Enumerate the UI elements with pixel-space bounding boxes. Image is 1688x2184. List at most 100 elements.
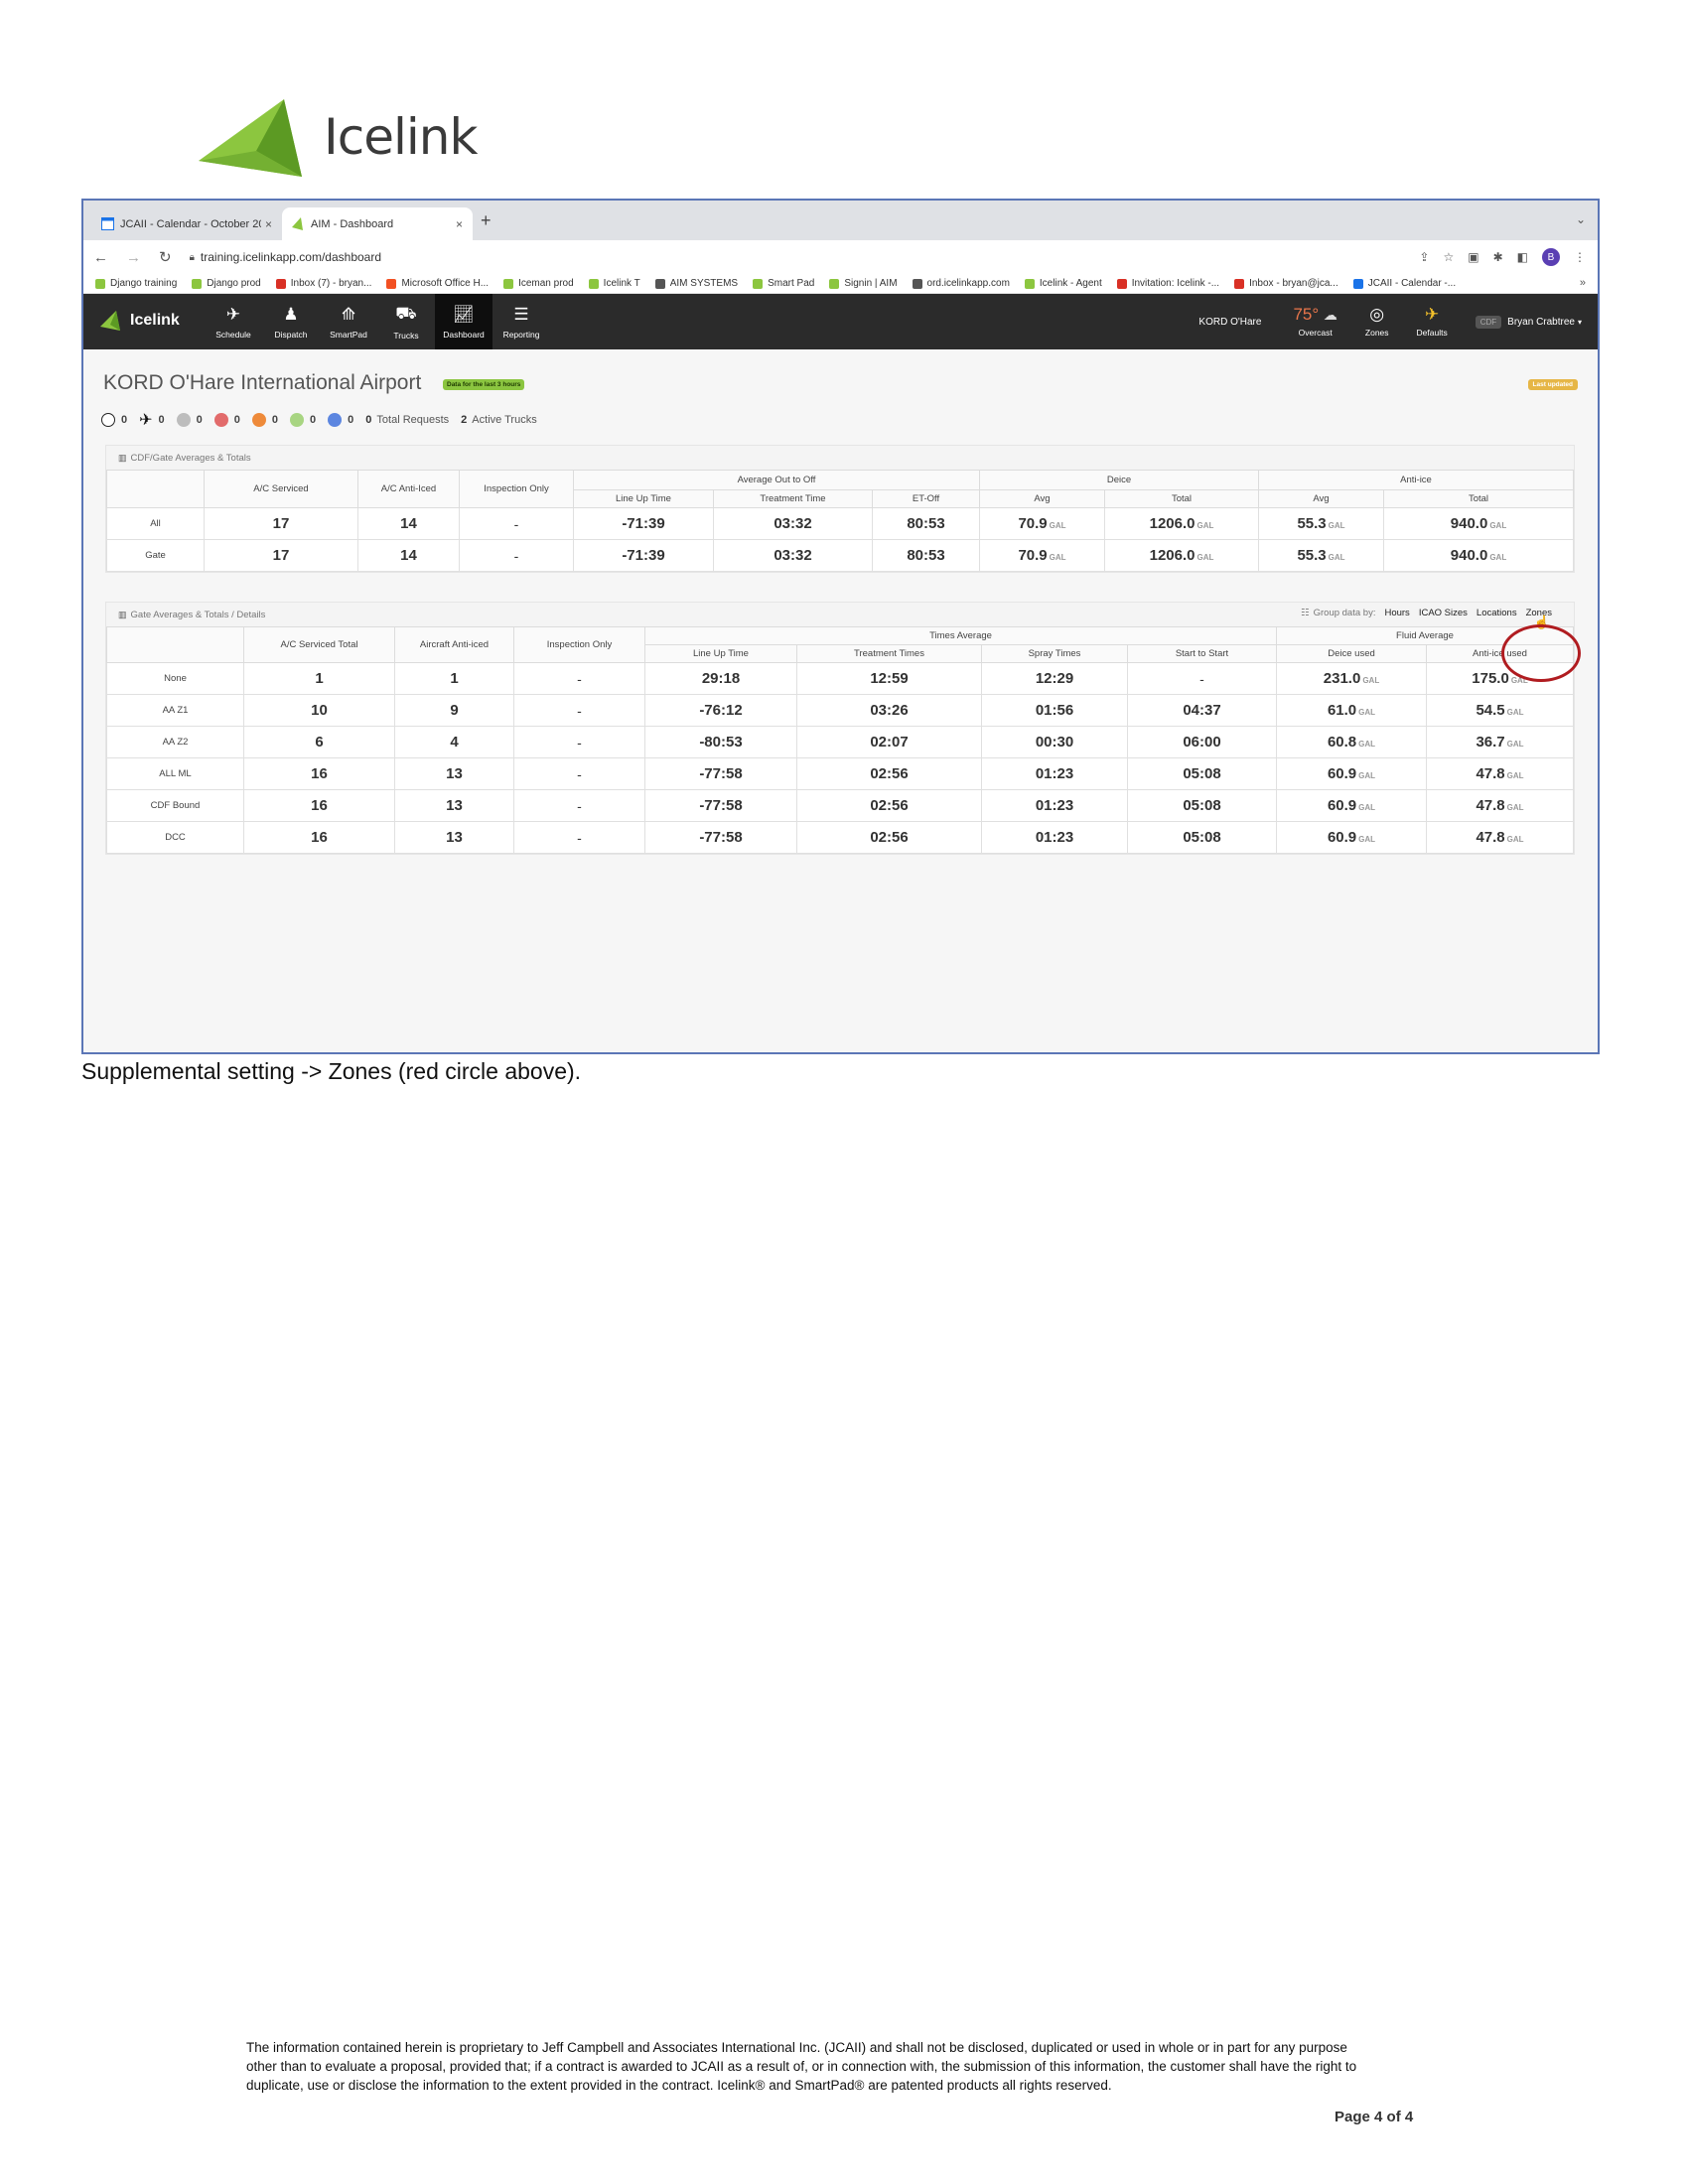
chevron-down-icon[interactable]: ⌄ (1576, 212, 1586, 226)
nav-dashboard[interactable]: 📈︎ Dashboard (435, 294, 492, 349)
bookmark-item[interactable]: Inbox (7) - bryan... (275, 278, 371, 289)
nav-schedule[interactable]: ✈ Schedule (205, 294, 262, 349)
bookmark-favicon-icon (1024, 278, 1035, 289)
bookmark-item[interactable]: Django prod (192, 278, 261, 289)
table-cell: - (513, 726, 645, 758)
cell-value: 940.0 (1450, 515, 1488, 532)
table-cell: 14 (357, 539, 460, 572)
cell-value: 10 (311, 702, 328, 719)
table-cell: 80:53 (872, 507, 980, 540)
cell-value: 14 (400, 515, 417, 532)
user-badge: CDF (1475, 315, 1502, 329)
bookmark-item[interactable]: Microsoft Office H... (386, 278, 489, 289)
cell-value: 1 (315, 670, 324, 687)
bookmark-favicon-icon (912, 278, 922, 289)
cell-value: 60.9 (1327, 829, 1357, 846)
weather-widget[interactable]: 75° ☁ Overcast (1293, 305, 1336, 339)
extension-icon[interactable]: ▣ (1468, 250, 1478, 264)
bookmark-item[interactable]: Icelink - Agent (1024, 278, 1102, 289)
bookmark-item[interactable]: Invitation: Icelink -... (1116, 278, 1219, 289)
temperature: 75° (1293, 305, 1320, 324)
back-arrow-icon[interactable]: ← (93, 249, 108, 266)
cell-value: 02:56 (870, 765, 909, 782)
table-cell: - (513, 821, 645, 854)
airport-selector[interactable]: KORD O'Hare (1198, 317, 1261, 328)
nav-trucks[interactable]: ⛟ Trucks (377, 294, 435, 349)
app-brand[interactable]: Icelink (99, 310, 180, 332)
group-option-hours[interactable]: Hours (1384, 608, 1409, 618)
cell-value: 1206.0 (1149, 547, 1196, 564)
reload-icon[interactable]: ↻ (159, 248, 172, 266)
nav-label: Schedule (215, 329, 251, 340)
nav-reporting[interactable]: ☰ Reporting (492, 294, 550, 349)
main-nav: ✈ Schedule ♟ Dispatch ⟰ SmartPad ⛟ Trucks 📈︎… (205, 294, 550, 349)
puzzle-icon[interactable]: ✱ (1493, 250, 1503, 264)
table-cell: 17 (204, 539, 358, 572)
tab-close-icon[interactable]: × (456, 217, 463, 231)
star-icon[interactable]: ☆ (1443, 250, 1454, 264)
unit-label: GAL (1489, 553, 1507, 562)
table-cell: -77:58 (644, 789, 797, 822)
status-value: 0 (271, 414, 279, 426)
bookmark-label: Django training (110, 278, 178, 289)
cell-value: 61.0 (1327, 702, 1357, 719)
kebab-menu-icon[interactable]: ⋮ (1574, 250, 1586, 264)
table-cell: 36.7 GAL (1426, 726, 1574, 758)
table-cell: 6 (243, 726, 395, 758)
bookmark-item[interactable]: Icelink T (588, 278, 640, 289)
table-cell: -76:12 (644, 694, 797, 727)
group-option-icao-sizes[interactable]: ICAO Sizes (1419, 608, 1468, 618)
bookmark-favicon-icon (95, 278, 105, 289)
bookmark-item[interactable]: Iceman prod (503, 278, 574, 289)
bookmarks-overflow-icon[interactable]: » (1580, 277, 1586, 289)
nav-dispatch[interactable]: ♟ Dispatch (262, 294, 320, 349)
cell-value: 03:32 (774, 547, 812, 564)
bookmark-item[interactable]: Signin | AIM (829, 278, 898, 289)
group-option-locations[interactable]: Locations (1477, 608, 1517, 618)
col-anti-avg: Avg (1258, 489, 1384, 508)
user-menu[interactable]: CDF Bryan Crabtree ▾ (1475, 315, 1582, 329)
profile-avatar[interactable]: B (1542, 248, 1560, 266)
bookmark-item[interactable]: AIM SYSTEMS (654, 278, 738, 289)
browser-tab-calendar[interactable]: JCAII - Calendar - October 20... × (91, 207, 282, 240)
zones-nav[interactable]: ◎ Zones (1365, 306, 1389, 339)
nav-smartpad[interactable]: ⟰ SmartPad (320, 294, 377, 349)
cell-value: 29:18 (701, 670, 741, 687)
table-cell: 03:32 (713, 539, 873, 572)
bookmark-item[interactable]: Smart Pad (753, 278, 814, 289)
bookmark-favicon-icon (1116, 278, 1127, 289)
bookmark-favicon-icon (1234, 278, 1245, 289)
bookmark-item[interactable]: Inbox - bryan@jca... (1234, 278, 1338, 289)
sidepanel-icon[interactable]: ◧ (1517, 250, 1528, 264)
defaults-nav[interactable]: ✈ Defaults (1417, 305, 1448, 339)
cell-value: 6 (315, 734, 324, 751)
tab-title: JCAII - Calendar - October 20... (120, 217, 261, 230)
share-icon[interactable]: ⇪ (1419, 250, 1429, 264)
icelink-logo: Icelink (197, 95, 478, 179)
new-tab-icon[interactable]: + (481, 210, 492, 231)
gate-averages-card: ▥ Gate Averages & Totals / Details ☷ Gro… (105, 602, 1575, 855)
forward-arrow-icon[interactable]: → (126, 249, 141, 266)
col-inspection: Inspection Only (513, 626, 645, 663)
cell-value: 17 (272, 547, 290, 564)
table-cell: 02:07 (796, 726, 982, 758)
bookmark-favicon-icon (503, 278, 514, 289)
cell-value: -77:58 (699, 829, 743, 846)
dispatch-icon: ♟ (283, 304, 299, 324)
bookmark-favicon-icon (1352, 278, 1363, 289)
table-row: AA Z1 10 9- -76:12 03:26 01:56 04:37 61.0 GAL 54.… (106, 694, 1574, 727)
empty-header (106, 626, 244, 663)
browser-tab-dashboard[interactable]: AIM - Dashboard × (282, 207, 473, 240)
table-cell: 03:32 (713, 507, 873, 540)
col-treatment: Treatment Time (713, 489, 873, 508)
unit-label: GAL (1358, 771, 1376, 780)
cell-value: 60.9 (1327, 797, 1357, 814)
url-field[interactable]: 🔒︎ training.icelinkapp.com/dashboard (190, 250, 381, 264)
tab-close-icon[interactable]: × (265, 217, 272, 231)
plane-icon: ✈ (1425, 305, 1440, 324)
col-serviced-total: A/C Serviced Total (243, 626, 395, 663)
table-cell: 47.8 GAL (1426, 821, 1574, 854)
bookmark-item[interactable]: Django training (95, 278, 177, 289)
bookmark-item[interactable]: ord.icelinkapp.com (912, 278, 1010, 289)
bookmark-item[interactable]: JCAII - Calendar -... (1352, 278, 1456, 289)
